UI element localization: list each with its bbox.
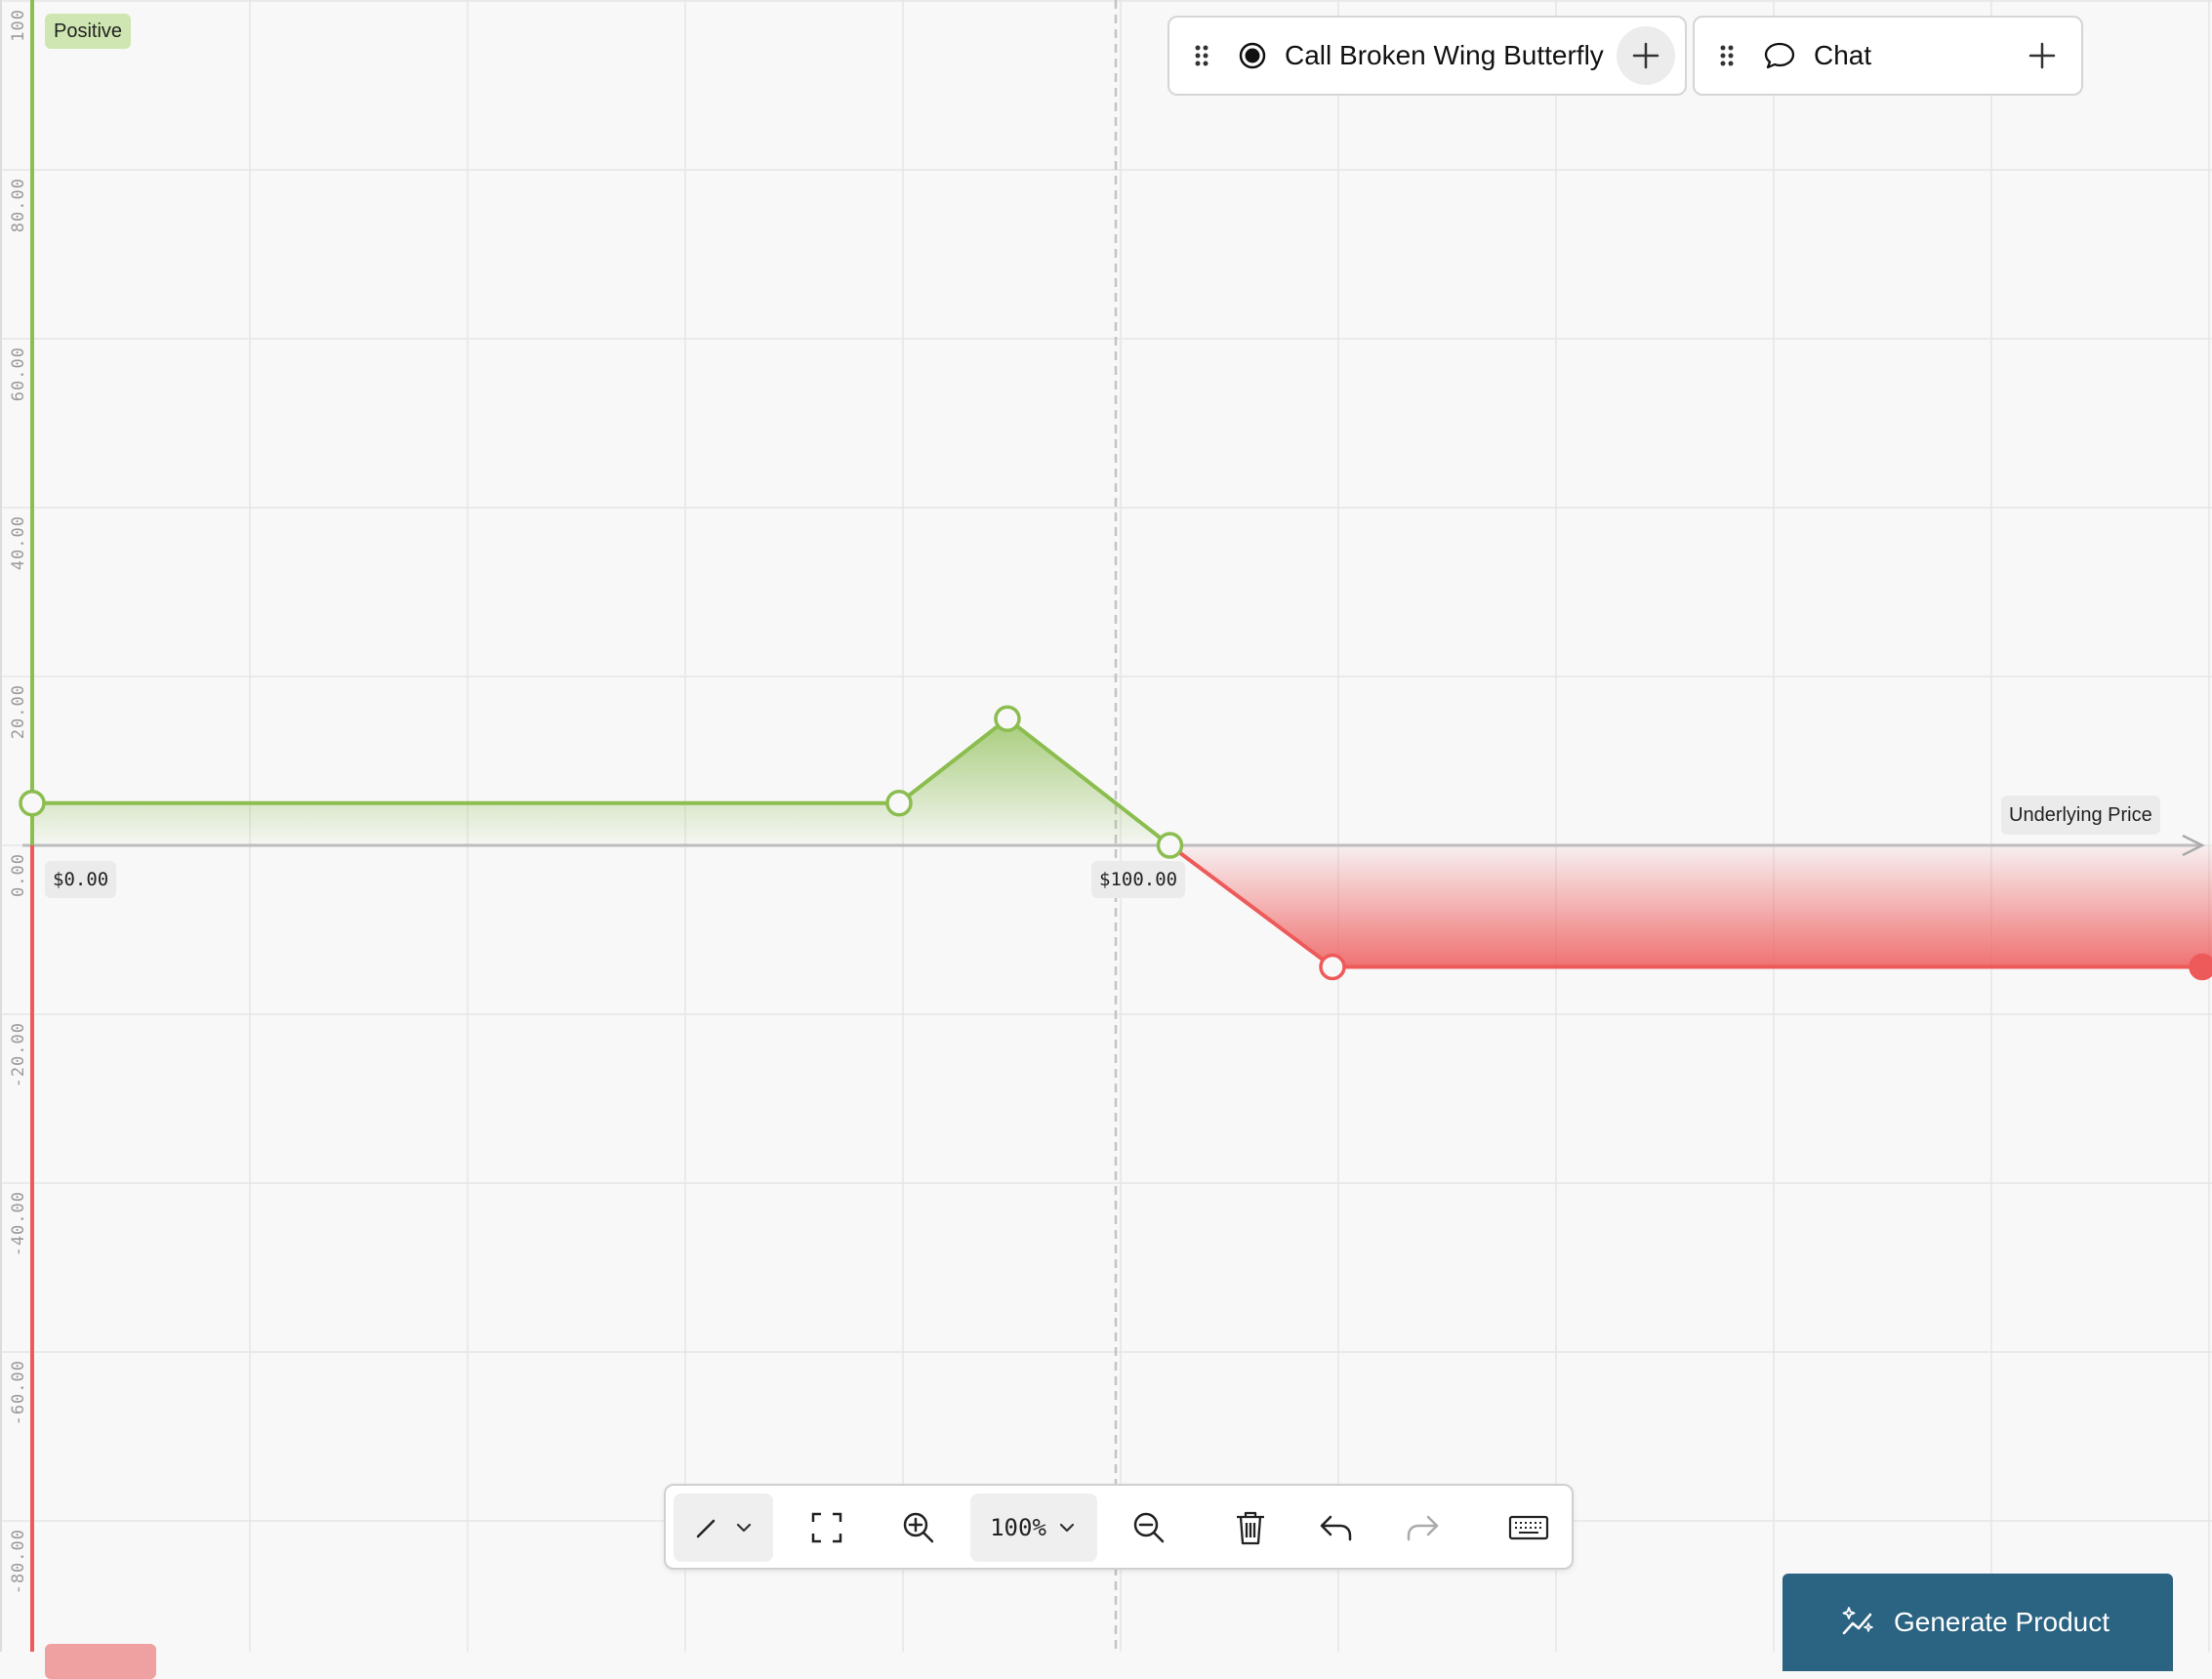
y-tick-label: 40.00: [9, 515, 28, 570]
drag-handle-icon[interactable]: [1195, 45, 1208, 66]
generate-product-label: Generate Product: [1894, 1607, 2110, 1638]
radio-selected-icon[interactable]: [1238, 41, 1267, 70]
zoom-out-icon: [1131, 1510, 1167, 1545]
keyboard-shortcuts-button[interactable]: [1494, 1494, 1564, 1562]
y-tick-label: 80.00: [9, 178, 28, 232]
sparkle-chart-icon: [1841, 1606, 1876, 1639]
zoom-level: 100%: [990, 1514, 1046, 1541]
zoom-out-button[interactable]: [1115, 1494, 1183, 1562]
y-tick-label: 20.00: [9, 684, 28, 739]
chat-title: Chat: [1814, 40, 1871, 71]
redo-icon: [1405, 1513, 1440, 1542]
keyboard-icon: [1508, 1515, 1549, 1540]
delete-button[interactable]: [1216, 1494, 1285, 1562]
payoff-point-handle[interactable]: [20, 792, 44, 815]
negative-region-label: [45, 1644, 156, 1679]
y-tick-label: -60.00: [9, 1360, 28, 1425]
pen-icon: [692, 1513, 721, 1542]
payoff-point-handle[interactable]: [887, 792, 911, 815]
zoom-level-select[interactable]: 100%: [970, 1494, 1097, 1562]
y-tick-label: -40.00: [9, 1191, 28, 1256]
trash-icon: [1234, 1509, 1267, 1546]
undo-button[interactable]: [1302, 1494, 1371, 1562]
redo-button[interactable]: [1388, 1494, 1456, 1562]
payoff-point-handle[interactable]: [1321, 956, 1344, 979]
y-tick-label: 100: [9, 9, 28, 42]
chevron-down-icon: [733, 1517, 755, 1538]
zoom-in-icon: [901, 1510, 936, 1545]
undo-icon: [1319, 1513, 1354, 1542]
add-strategy-button[interactable]: [1617, 26, 1675, 85]
y-tick-label: -20.00: [9, 1022, 28, 1087]
canvas-stage[interactable]: 100 80.00 60.00 40.00 20.00 0.00 -20.00 -40.00 -…: [0, 0, 2212, 1652]
y-tick-label: 0.00: [9, 853, 28, 897]
y-tick-label: 60.00: [9, 347, 28, 401]
x-tick-label-zero: $0.00: [45, 861, 116, 898]
positive-area: [32, 718, 1170, 845]
plus-icon: [2028, 41, 2057, 70]
positive-region-label: Positive: [45, 14, 131, 49]
canvas-toolbar: 100%: [664, 1484, 1574, 1570]
strategy-card[interactable]: Call Broken Wing Butterfly: [1167, 16, 1687, 96]
generate-product-button[interactable]: Generate Product: [1782, 1574, 2173, 1671]
draw-tool-button[interactable]: [674, 1494, 773, 1562]
x-tick-label-strike: $100.00: [1091, 861, 1185, 898]
y-tick-label: -80.00: [9, 1529, 28, 1594]
fit-screen-icon: [810, 1511, 843, 1544]
plus-icon: [1631, 41, 1660, 70]
chevron-down-icon: [1056, 1517, 1078, 1538]
payoff-fill: [32, 718, 2212, 966]
add-chat-button[interactable]: [2013, 26, 2071, 85]
drag-handle-icon[interactable]: [1720, 45, 1734, 66]
zoom-in-button[interactable]: [884, 1494, 953, 1562]
payoff-point-handle[interactable]: [2191, 956, 2212, 979]
payoff-point-handle[interactable]: [1159, 834, 1182, 857]
chat-bubble-icon: [1763, 40, 1796, 71]
negative-area: [1170, 845, 2212, 967]
payoff-point-handle[interactable]: [996, 707, 1019, 730]
x-axis-title: Underlying Price: [2001, 796, 2160, 835]
chat-card[interactable]: Chat: [1693, 16, 2083, 96]
fit-to-screen-button[interactable]: [793, 1494, 861, 1562]
payoff-chart[interactable]: 100 80.00 60.00 40.00 20.00 0.00 -20.00 -40.00 -…: [0, 0, 2212, 1652]
strategy-title: Call Broken Wing Butterfly: [1285, 40, 1604, 71]
